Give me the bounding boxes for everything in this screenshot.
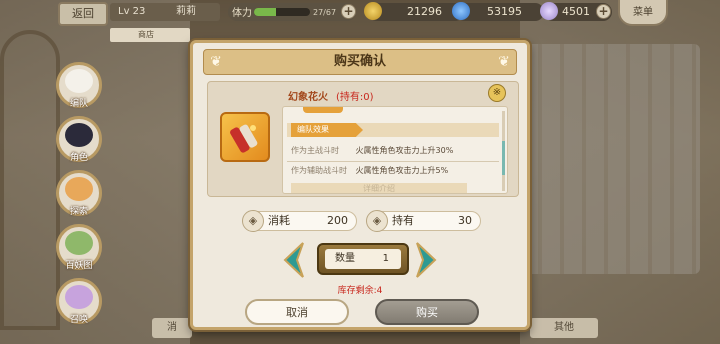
bottom-tab-other[interactable]: 其他 [530,318,598,338]
character-icon [65,123,93,147]
nav-label: 百妖图 [65,261,93,271]
quantity-field: 数量 1 [325,249,401,269]
effect-row: 作为辅助战斗时 火属性角色攻击力上升5% [291,163,448,179]
gem-counter: 53195 [452,2,544,21]
item-name: 幻象花火 [288,92,328,103]
bestiary-icon [65,231,93,255]
nav-explore[interactable]: 探索 [56,170,102,217]
effect-condition: 作为辅助战斗时 [291,166,347,175]
shop-label: 商店 [110,28,190,42]
back-button[interactable]: 返回 [58,2,108,26]
effect-tab: 编队效果 [291,123,363,137]
divider [287,161,499,162]
add-crystal-button[interactable]: + [596,4,611,19]
bottom-tab-left[interactable]: 消 [152,318,192,338]
nav-label: 角色 [69,153,88,163]
stamina-box: 体力 [228,3,356,21]
leaf-ornament-icon: ❦ [498,54,510,70]
dialog-title: 购买确认 [333,54,386,69]
owned-display: ◈ 持有 30 [366,210,481,232]
quantity-value: 1 [382,253,389,264]
effect-text: 火属性角色攻击力上升30% [355,146,454,155]
description-scrollbar[interactable] [502,111,505,191]
quantity-label: 数量 [335,253,355,264]
tab-decoration [303,107,343,113]
level-label: Lv 23 [118,6,146,17]
purchase-dialog: ❦ 购买确认 ❦ 幻象花火 (持有:0) ※ 编队效果 作为主战斗时 火属性角色… [190,40,530,330]
item-icon [220,112,270,162]
cost-label: 消耗 [268,214,290,227]
top-bar: 返回 Lv 23 莉莉 体力 27/67 + 21296 + 53195 450… [0,0,720,26]
player-level-box: Lv 23 莉莉 [110,3,220,21]
cost-value: 200 [327,214,348,227]
player-name: 莉莉 [176,6,196,17]
scrollbar-thumb[interactable] [502,141,505,175]
nav-label: 编队 [69,99,88,109]
detail-section-header: 详细介绍 [291,183,467,193]
stamina-fill [254,8,277,16]
stock-remaining: 库存剩余:4 [337,286,383,296]
item-panel: 幻象花火 (持有:0) ※ 编队效果 作为主战斗时 火属性角色攻击力上升30% … [207,81,519,197]
crystal-value: 4501 [562,5,590,18]
nav-formation[interactable]: 编队 [56,62,102,109]
currency-icon: ◈ [242,210,264,232]
nav-label: 召唤 [69,315,88,325]
gem-value: 53195 [487,5,522,18]
cost-display: ◈ 消耗 200 [242,210,357,232]
menu-button[interactable]: 菜单 [618,0,668,26]
add-stamina-button[interactable]: + [341,4,356,19]
gold-counter: 21296 [364,2,464,21]
gold-coin-icon [364,2,382,20]
increase-quantity-icon[interactable] [415,241,439,279]
nav-summon[interactable]: 召唤 [56,278,102,325]
decrease-quantity-icon[interactable] [281,241,305,279]
stamina-label: 体力 [232,8,252,19]
currency-icon: ◈ [366,210,388,232]
owned-label: 持有 [392,214,414,227]
effect-text: 火属性角色攻击力上升5% [355,166,449,175]
stamina-value: 27/67 [313,8,337,17]
quantity-stepper: 数量 1 [317,243,409,275]
effect-condition: 作为主战斗时 [291,146,339,155]
nav-bestiary[interactable]: 百妖图 [56,224,102,271]
side-navigation: 编队 角色 探索 百妖图 召唤 [56,62,104,332]
summon-icon [65,285,93,309]
firework-icon [230,124,258,153]
item-owned-count: (持有:0) [336,92,374,103]
explore-icon [65,177,93,201]
crystal-icon [540,2,558,20]
nav-character[interactable]: 角色 [56,116,102,163]
cancel-button[interactable]: 取消 [245,299,349,325]
buy-button[interactable]: 购买 [375,299,479,325]
owned-value: 30 [458,214,472,227]
info-icon[interactable]: ※ [488,84,506,102]
stamina-bar [254,8,310,16]
blue-gem-icon [452,2,470,20]
item-description: 编队效果 作为主战斗时 火属性角色攻击力上升30% 作为辅助战斗时 火属性角色攻… [282,106,508,194]
leaf-ornament-icon: ❦ [210,54,222,70]
effect-row: 作为主战斗时 火属性角色攻击力上升30% [291,143,453,159]
gold-value: 21296 [407,5,442,18]
nav-label: 探索 [69,207,88,217]
formation-icon [65,69,93,93]
dialog-header: ❦ 购买确认 ❦ [203,49,517,75]
